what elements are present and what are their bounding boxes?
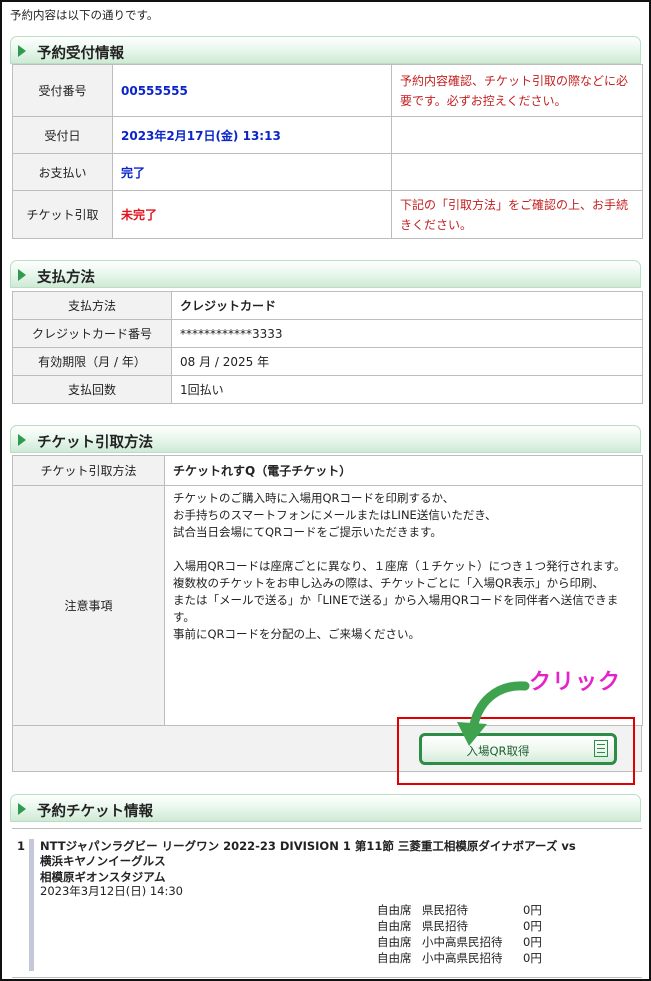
seat-price: 0円 (523, 903, 542, 917)
seat-price: 0円 (523, 935, 542, 949)
installments-value: 1回払い (171, 375, 643, 404)
reservation-section-title: 予約受付情報 (37, 46, 124, 62)
ticket-index: 1 (17, 839, 26, 853)
payment-status-note (391, 153, 643, 191)
seat-area: 自由席 (377, 919, 412, 933)
reservation-section-header: 予約受付情報 (10, 36, 641, 64)
triangle-bullet-icon (18, 45, 26, 57)
seat-type: 県民招待 (422, 919, 468, 933)
pickup-method-row: チケット引取方法 チケットれすQ（電子チケット） (12, 455, 643, 486)
tickets-section-title: 予約チケット情報 (37, 804, 153, 820)
payment-label: クレジットカード番号 (12, 319, 172, 348)
reservation-row-number: 受付番号 00555555 予約内容確認、チケット引取の際などに必要です。必ずお… (12, 64, 643, 117)
reservation-date-value: 2023年2月17日(金) 13:13 (112, 116, 392, 154)
reservation-date-note (391, 116, 643, 154)
payment-row: クレジットカード番号 ************3333 (12, 319, 643, 348)
pickup-status-note: 下記の「引取方法」をご確認の上、お手続きください。 (391, 190, 643, 239)
seat-price: 0円 (523, 919, 542, 933)
note-line: 試合当日会場にてQRコードをご提示いただきます。 (173, 525, 442, 539)
seat-price: 0円 (523, 951, 542, 965)
seat-row: 自由席 小中高県民招待 0円 (377, 934, 542, 950)
ticket-side-bar (29, 839, 34, 971)
tickets-section-header: 予約チケット情報 (10, 794, 641, 822)
expiry-value: 08 月 / 2025 年 (171, 347, 643, 376)
payment-table: 支払方法 クレジットカード クレジットカード番号 ************333… (12, 291, 643, 404)
seat-area: 自由席 (377, 903, 412, 917)
payment-label: 支払回数 (12, 375, 172, 404)
seat-area: 自由席 (377, 935, 412, 949)
note-line: または「メールで送る」か「LINEで送る」から入場用QRコードを同伴者へ送信でき… (173, 593, 619, 624)
payment-section-header: 支払方法 (10, 260, 641, 288)
payment-row: 支払方法 クレジットカード (12, 291, 643, 320)
curved-arrow-icon (457, 681, 530, 746)
payment-section-title: 支払方法 (37, 270, 95, 286)
note-line: 複数枚のチケットをお申し込みの際は、チケットごとに「入場QR表示」から印刷、 (173, 576, 605, 590)
pickup-status-value: 未完了 (112, 190, 392, 239)
reservation-row-pickup: チケット引取 未完了 下記の「引取方法」をご確認の上、お手続きください。 (12, 190, 643, 239)
seat-type: 小中高県民招待 (422, 935, 503, 949)
ticket-list: 1 NTTジャパンラグビー リーグワン 2022-23 DIVISION 1 第… (12, 828, 642, 979)
click-annotation: クリック (529, 670, 622, 695)
note-line: 事前にQRコードを分配の上、ご来場ください。 (173, 627, 421, 641)
reservation-label: 受付日 (12, 116, 113, 154)
reservation-row-date: 受付日 2023年2月17日(金) 13:13 (12, 116, 643, 154)
note-line: チケットのご購入時に入場用QRコードを印刷するか、 (173, 491, 455, 505)
payment-method-value: クレジットカード (171, 291, 643, 320)
pickup-method-label: チケット引取方法 (12, 455, 165, 486)
reservation-table: 受付番号 00555555 予約内容確認、チケット引取の際などに必要です。必ずお… (12, 64, 643, 239)
seat-list: 自由席 県民招待 0円 自由席 県民招待 0円 自由席 小中高県民招待 0円 自… (377, 902, 542, 966)
payment-label: 支払方法 (12, 291, 172, 320)
triangle-bullet-icon (18, 803, 26, 815)
seat-row: 自由席 県民招待 0円 (377, 918, 542, 934)
payment-status-value: 完了 (112, 153, 392, 191)
pickup-section-title: チケット引取方法 (37, 435, 153, 451)
note-line: お手持ちのスマートフォンにメールまたはLINE送信いただき、 (173, 508, 497, 522)
pickup-notes: チケットのご購入時に入場用QRコードを印刷するか、 お手持ちのスマートフォンにメ… (173, 490, 634, 643)
pickup-section-header: チケット引取方法 (10, 425, 641, 453)
seat-row: 自由席 県民招待 0円 (377, 902, 542, 918)
reservation-number-note: 予約内容確認、チケット引取の際などに必要です。必ずお控えください。 (391, 64, 643, 117)
intro-text: 予約内容は以下の通りです。 (10, 8, 159, 22)
reservation-number-value: 00555555 (112, 64, 392, 117)
reservation-label: お支払い (12, 153, 113, 191)
seat-type: 県民招待 (422, 903, 468, 917)
reservation-row-payment: お支払い 完了 (12, 153, 643, 191)
note-line: 入場用QRコードは座席ごとに異なり、１座席（１チケット）につき１つ発行されます。 (173, 559, 626, 573)
note-line (173, 541, 634, 558)
payment-label: 有効期限（月 / 年） (12, 347, 172, 376)
page-frame: 予約内容は以下の通りです。 予約受付情報 受付番号 00555555 予約内容確… (0, 0, 651, 981)
seat-type: 小中高県民招待 (422, 951, 503, 965)
bottom-divider (12, 977, 642, 978)
payment-row: 有効期限（月 / 年） 08 月 / 2025 年 (12, 347, 643, 376)
reservation-label: チケット引取 (12, 190, 113, 239)
payment-row: 支払回数 1回払い (12, 375, 643, 404)
seat-row: 自由席 小中高県民招待 0円 (377, 950, 542, 966)
ticket-datetime: 2023年3月12日(日) 14:30 (40, 884, 183, 898)
reservation-label: 受付番号 (12, 64, 113, 117)
triangle-bullet-icon (18, 269, 26, 281)
triangle-bullet-icon (18, 434, 26, 446)
pickup-method-value: チケットれすQ（電子チケット） (164, 455, 643, 486)
pickup-notes-label: 注意事項 (12, 485, 165, 726)
ticket-event-name: NTTジャパンラグビー リーグワン 2022-23 DIVISION 1 第11… (40, 839, 576, 868)
seat-area: 自由席 (377, 951, 412, 965)
card-number-value: ************3333 (171, 319, 643, 348)
